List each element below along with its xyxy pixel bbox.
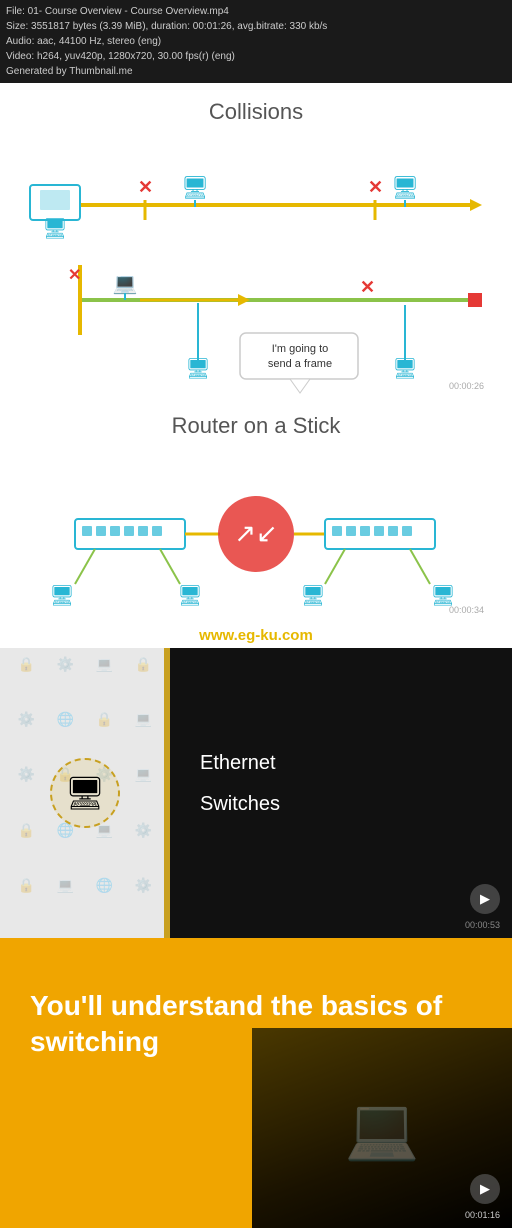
ethernet-label: Ethernet [200,752,482,775]
video-timestamp: 00:00:53 [465,920,500,930]
collisions-diagram: ✕ ✕ 🖥 🖥 🖥 ✕ [20,135,492,395]
file-info-line3: Audio: aac, 44100 Hz, stereo (eng) [6,34,506,49]
understand-play-button[interactable]: ▶ [470,1174,500,1204]
svg-text:🖥: 🖥 [391,175,419,200]
svg-text:🖥: 🖥 [177,585,202,607]
ethernet-right-panel: Ethernet Switches ▶ 00:00:53 [170,648,512,938]
collisions-title: Collisions [20,99,492,125]
file-info-line4: Video: h264, yuv420p, 1280x720, 30.00 fp… [6,49,506,64]
ethernet-bg: 🔒 ⚙️ 💻 🔒 ⚙️ 🌐 🔒 💻 ⚙️ 🔒 ⚙️ 💻 🔒 🌐 💻 ⚙️ 🔒 💻… [0,648,170,938]
svg-text:↗↙: ↗↙ [234,518,278,548]
file-info-bar: File: 01- Course Overview - Course Overv… [0,0,512,83]
svg-text:send a frame: send a frame [268,358,332,370]
file-info-line1: File: 01- Course Overview - Course Overv… [6,4,506,19]
svg-text:✕: ✕ [68,267,81,284]
svg-text:✕: ✕ [368,177,383,197]
router-diagram: ↗↙ 🖥 🖥 🖥 🖥 00:00:34 [20,449,492,619]
play-button[interactable]: ▶ [470,884,500,914]
watermark: www.eg-ku.com [0,623,512,648]
svg-text:🖥: 🖥 [42,218,67,240]
file-info-line2: Size: 3551817 bytes (3.39 MiB), duration… [6,19,506,34]
router-timestamp: 00:00:34 [449,605,484,615]
svg-text:🖥: 🖥 [49,585,74,607]
svg-text:🖥: 🖥 [300,585,325,607]
collisions-timestamp: 00:00:26 [449,381,484,391]
svg-text:💻: 💻 [113,273,138,295]
collisions-section: Collisions ✕ ✕ 🖥 🖥 🖥 [0,83,512,403]
understand-timestamp: 00:01:16 [465,1210,500,1220]
router-title: Router on a Stick [20,413,492,439]
svg-text:🖥: 🖥 [181,175,209,200]
svg-text:🖥: 🖥 [430,585,455,607]
file-info-line5: Generated by Thumbnail.me [6,64,506,79]
ethernet-left-panel: 🔒 ⚙️ 💻 🔒 ⚙️ 🌐 🔒 💻 ⚙️ 🔒 ⚙️ 💻 🔒 🌐 💻 ⚙️ 🔒 💻… [0,648,170,938]
svg-text:I'm going to: I'm going to [272,343,329,355]
svg-text:✕: ✕ [360,277,375,297]
switches-label: Switches [200,793,482,816]
svg-text:✕: ✕ [138,177,153,197]
understand-section: You'll understand the basics of switchin… [0,938,512,1228]
ethernet-section: 🔒 ⚙️ 💻 🔒 ⚙️ 🌐 🔒 💻 ⚙️ 🔒 ⚙️ 💻 🔒 🌐 💻 ⚙️ 🔒 💻… [0,648,512,938]
router-section: Router on a Stick ↗↙ [0,403,512,623]
